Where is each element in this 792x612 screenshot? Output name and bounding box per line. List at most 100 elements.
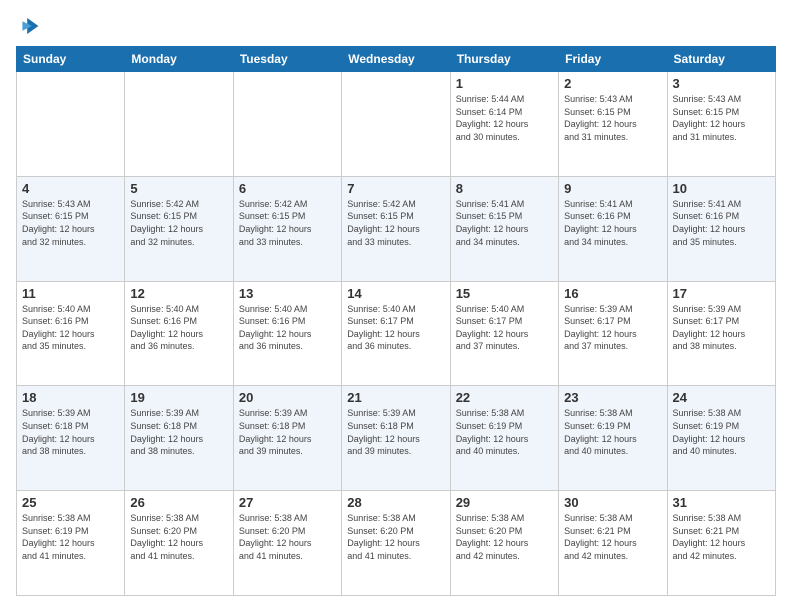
- day-info: Sunrise: 5:38 AM Sunset: 6:19 PM Dayligh…: [456, 407, 553, 457]
- calendar-cell: [125, 72, 233, 177]
- day-number: 13: [239, 286, 336, 301]
- day-of-week-header: Sunday: [17, 47, 125, 72]
- calendar-cell: 5 Sunrise: 5:42 AM Sunset: 6:15 PM Daylig…: [125, 176, 233, 281]
- day-number: 23: [564, 390, 661, 405]
- calendar-cell: 11 Sunrise: 5:40 AM Sunset: 6:16 PM Dayli…: [17, 281, 125, 386]
- calendar-cell: 25Sunrise: 5:38 AM Sunset: 6:19 PM Dayli…: [17, 491, 125, 596]
- day-number: 27: [239, 495, 336, 510]
- day-of-week-header: Saturday: [667, 47, 775, 72]
- day-info: Sunrise: 5:38 AM Sunset: 6:19 PM Dayligh…: [673, 407, 770, 457]
- day-info: Sunrise: 5:39 AM Sunset: 6:17 PM Dayligh…: [564, 303, 661, 353]
- calendar-week-row: 11 Sunrise: 5:40 AM Sunset: 6:16 PM Dayli…: [17, 281, 776, 386]
- calendar-cell: 7 Sunrise: 5:42 AM Sunset: 6:15 PM Daylig…: [342, 176, 450, 281]
- day-info: Sunrise: 5:43 AM Sunset: 6:15 PM Dayligh…: [673, 93, 770, 143]
- calendar-cell: [233, 72, 341, 177]
- day-info: Sunrise: 5:39 AM Sunset: 6:17 PM Dayligh…: [673, 303, 770, 353]
- day-info: Sunrise: 5:38 AM Sunset: 6:21 PM Dayligh…: [673, 512, 770, 562]
- day-info: Sunrise: 5:39 AM Sunset: 6:18 PM Dayligh…: [347, 407, 444, 457]
- day-number: 4: [22, 181, 119, 196]
- calendar-cell: 30 Sunrise: 5:38 AM Sunset: 6:21 PM Dayli…: [559, 491, 667, 596]
- calendar-week-row: 25Sunrise: 5:38 AM Sunset: 6:19 PM Dayli…: [17, 491, 776, 596]
- day-info: Sunrise: 5:43 AM Sunset: 6:15 PM Dayligh…: [22, 198, 119, 248]
- day-number: 15: [456, 286, 553, 301]
- calendar-cell: 26 Sunrise: 5:38 AM Sunset: 6:20 PM Dayli…: [125, 491, 233, 596]
- day-number: 31: [673, 495, 770, 510]
- day-info: Sunrise: 5:42 AM Sunset: 6:15 PM Dayligh…: [130, 198, 227, 248]
- day-number: 21: [347, 390, 444, 405]
- day-number: 14: [347, 286, 444, 301]
- day-number: 2: [564, 76, 661, 91]
- day-info: Sunrise: 5:38 AM Sunset: 6:20 PM Dayligh…: [239, 512, 336, 562]
- calendar-week-row: 1 Sunrise: 5:44 AM Sunset: 6:14 PM Daylig…: [17, 72, 776, 177]
- day-of-week-header: Thursday: [450, 47, 558, 72]
- day-info: Sunrise: 5:40 AM Sunset: 6:16 PM Dayligh…: [130, 303, 227, 353]
- day-info: Sunrise: 5:41 AM Sunset: 6:16 PM Dayligh…: [564, 198, 661, 248]
- day-number: 3: [673, 76, 770, 91]
- day-info: Sunrise: 5:41 AM Sunset: 6:16 PM Dayligh…: [673, 198, 770, 248]
- calendar-cell: [17, 72, 125, 177]
- calendar-cell: 24 Sunrise: 5:38 AM Sunset: 6:19 PM Dayli…: [667, 386, 775, 491]
- calendar-cell: 18 Sunrise: 5:39 AM Sunset: 6:18 PM Dayli…: [17, 386, 125, 491]
- calendar-cell: 22 Sunrise: 5:38 AM Sunset: 6:19 PM Dayli…: [450, 386, 558, 491]
- logo: [16, 16, 44, 36]
- day-info: Sunrise: 5:40 AM Sunset: 6:16 PM Dayligh…: [22, 303, 119, 353]
- day-info: Sunrise: 5:44 AM Sunset: 6:14 PM Dayligh…: [456, 93, 553, 143]
- day-number: 22: [456, 390, 553, 405]
- calendar-cell: 21 Sunrise: 5:39 AM Sunset: 6:18 PM Dayli…: [342, 386, 450, 491]
- day-info: Sunrise: 5:43 AM Sunset: 6:15 PM Dayligh…: [564, 93, 661, 143]
- calendar-cell: 19 Sunrise: 5:39 AM Sunset: 6:18 PM Dayli…: [125, 386, 233, 491]
- day-info: Sunrise: 5:42 AM Sunset: 6:15 PM Dayligh…: [347, 198, 444, 248]
- day-of-week-header: Wednesday: [342, 47, 450, 72]
- day-info: Sunrise: 5:40 AM Sunset: 6:16 PM Dayligh…: [239, 303, 336, 353]
- day-of-week-header: Friday: [559, 47, 667, 72]
- calendar-cell: 20 Sunrise: 5:39 AM Sunset: 6:18 PM Dayli…: [233, 386, 341, 491]
- day-info: Sunrise: 5:39 AM Sunset: 6:18 PM Dayligh…: [22, 407, 119, 457]
- day-of-week-header: Monday: [125, 47, 233, 72]
- day-number: 30: [564, 495, 661, 510]
- day-info: Sunrise: 5:41 AM Sunset: 6:15 PM Dayligh…: [456, 198, 553, 248]
- page: SundayMondayTuesdayWednesdayThursdayFrid…: [0, 0, 792, 612]
- day-info: Sunrise: 5:38 AM Sunset: 6:20 PM Dayligh…: [347, 512, 444, 562]
- day-info: Sunrise: 5:39 AM Sunset: 6:18 PM Dayligh…: [239, 407, 336, 457]
- day-info: Sunrise: 5:39 AM Sunset: 6:18 PM Dayligh…: [130, 407, 227, 457]
- calendar-cell: 1 Sunrise: 5:44 AM Sunset: 6:14 PM Daylig…: [450, 72, 558, 177]
- day-number: 20: [239, 390, 336, 405]
- calendar-cell: 28 Sunrise: 5:38 AM Sunset: 6:20 PM Dayli…: [342, 491, 450, 596]
- calendar-cell: 12 Sunrise: 5:40 AM Sunset: 6:16 PM Dayli…: [125, 281, 233, 386]
- calendar-cell: 10Sunrise: 5:41 AM Sunset: 6:16 PM Dayli…: [667, 176, 775, 281]
- day-of-week-header: Tuesday: [233, 47, 341, 72]
- calendar-cell: 31 Sunrise: 5:38 AM Sunset: 6:21 PM Dayli…: [667, 491, 775, 596]
- calendar-header-row: SundayMondayTuesdayWednesdayThursdayFrid…: [17, 47, 776, 72]
- day-info: Sunrise: 5:38 AM Sunset: 6:19 PM Dayligh…: [564, 407, 661, 457]
- day-info: Sunrise: 5:38 AM Sunset: 6:20 PM Dayligh…: [130, 512, 227, 562]
- day-info: Sunrise: 5:38 AM Sunset: 6:20 PM Dayligh…: [456, 512, 553, 562]
- day-info: Sunrise: 5:38 AM Sunset: 6:21 PM Dayligh…: [564, 512, 661, 562]
- calendar-cell: 16 Sunrise: 5:39 AM Sunset: 6:17 PM Dayli…: [559, 281, 667, 386]
- calendar-cell: 6Sunrise: 5:42 AM Sunset: 6:15 PM Daylig…: [233, 176, 341, 281]
- day-number: 16: [564, 286, 661, 301]
- day-number: 28: [347, 495, 444, 510]
- day-number: 24: [673, 390, 770, 405]
- day-number: 1: [456, 76, 553, 91]
- day-number: 7: [347, 181, 444, 196]
- day-info: Sunrise: 5:40 AM Sunset: 6:17 PM Dayligh…: [456, 303, 553, 353]
- calendar-cell: [342, 72, 450, 177]
- calendar-week-row: 4 Sunrise: 5:43 AM Sunset: 6:15 PM Daylig…: [17, 176, 776, 281]
- header: [16, 16, 776, 36]
- calendar-cell: 4 Sunrise: 5:43 AM Sunset: 6:15 PM Daylig…: [17, 176, 125, 281]
- day-number: 19: [130, 390, 227, 405]
- calendar-cell: 17Sunrise: 5:39 AM Sunset: 6:17 PM Dayli…: [667, 281, 775, 386]
- day-number: 12: [130, 286, 227, 301]
- calendar-cell: 13 Sunrise: 5:40 AM Sunset: 6:16 PM Dayli…: [233, 281, 341, 386]
- day-number: 18: [22, 390, 119, 405]
- calendar-cell: 14 Sunrise: 5:40 AM Sunset: 6:17 PM Dayli…: [342, 281, 450, 386]
- day-number: 26: [130, 495, 227, 510]
- day-number: 25: [22, 495, 119, 510]
- calendar-cell: 3 Sunrise: 5:43 AM Sunset: 6:15 PM Daylig…: [667, 72, 775, 177]
- day-info: Sunrise: 5:40 AM Sunset: 6:17 PM Dayligh…: [347, 303, 444, 353]
- day-number: 5: [130, 181, 227, 196]
- day-number: 29: [456, 495, 553, 510]
- day-number: 11: [22, 286, 119, 301]
- calendar-cell: 23 Sunrise: 5:38 AM Sunset: 6:19 PM Dayli…: [559, 386, 667, 491]
- day-number: 6: [239, 181, 336, 196]
